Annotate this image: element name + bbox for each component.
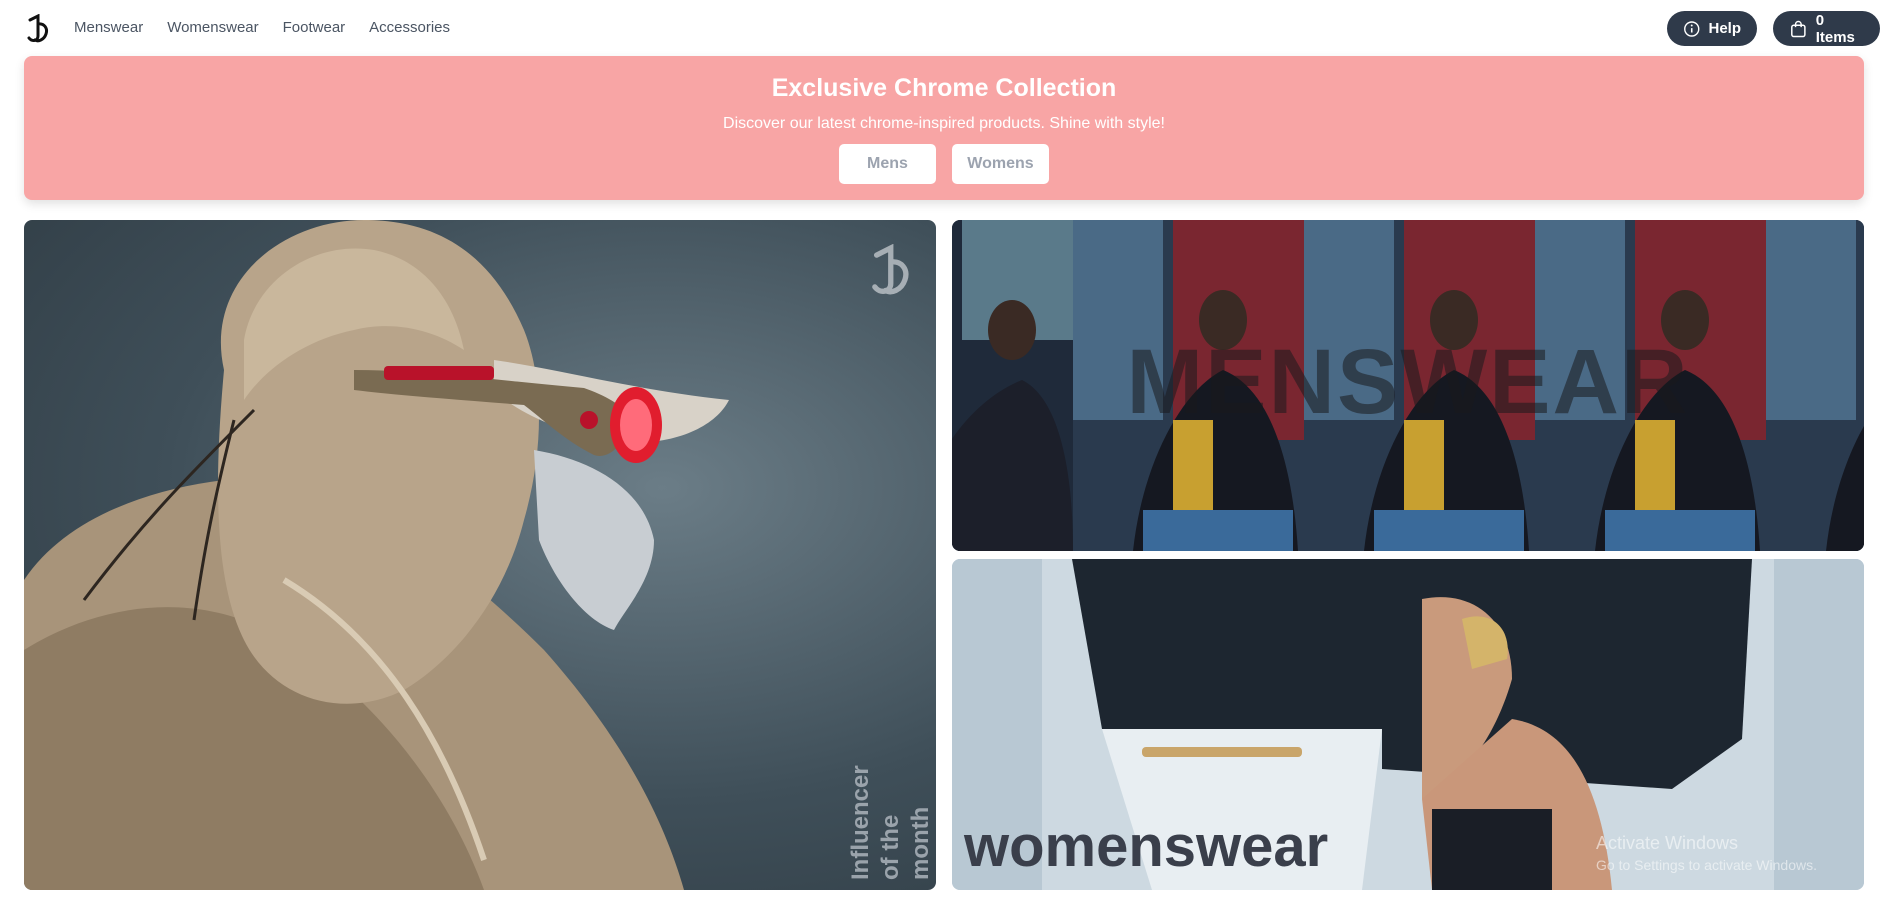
nav-item-accessories[interactable]: Accessories [369,18,450,38]
help-button[interactable]: Help [1667,11,1757,46]
womenswear-title: womenswear [964,814,1329,879]
main-nav: Menswear Womenswear Footwear Accessories [74,18,450,38]
nav-item-womenswear[interactable]: Womenswear [167,18,258,38]
promo-banner: Exclusive Chrome Collection Discover our… [24,56,1864,200]
cart-label: 0 Items [1815,11,1855,46]
help-label: Help [1708,20,1741,37]
caption-line-1: Influencer [847,765,874,880]
banner-title: Exclusive Chrome Collection [771,74,1117,102]
womens-button[interactable]: Womens [952,144,1049,184]
top-header: Menswear Womenswear Footwear Accessories… [0,0,1890,56]
menswear-tile[interactable]: MENSWEAR [952,220,1864,551]
influencer-hero-tile[interactable]: Influencer of the month [24,220,936,890]
brand-watermark-icon [872,244,909,295]
banner-buttons: Mens Womens [24,144,1864,184]
watermark-line-2: Go to Settings to activate Windows. [1596,857,1817,873]
nav-item-footwear[interactable]: Footwear [283,18,346,38]
mens-button[interactable]: Mens [839,144,936,184]
caption-line-3: month [907,806,934,880]
brand-logo-icon[interactable] [24,14,50,44]
menswear-title: MENSWEAR [1126,331,1690,433]
shopping-bag-icon [1791,20,1806,37]
nav-item-menswear[interactable]: Menswear [74,18,143,38]
influencer-caption: Influencer of the month [829,700,936,880]
influencer-photo [24,220,729,890]
caption-line-2: of the [877,814,904,880]
banner-subtitle: Discover our latest chrome-inspired prod… [723,115,1165,132]
info-icon [1684,20,1700,37]
watermark-line-1: Activate Windows [1596,833,1739,853]
cart-button[interactable]: 0 Items [1773,11,1880,46]
activation-watermark: Activate Windows Go to Settings to activ… [1596,832,1817,876]
